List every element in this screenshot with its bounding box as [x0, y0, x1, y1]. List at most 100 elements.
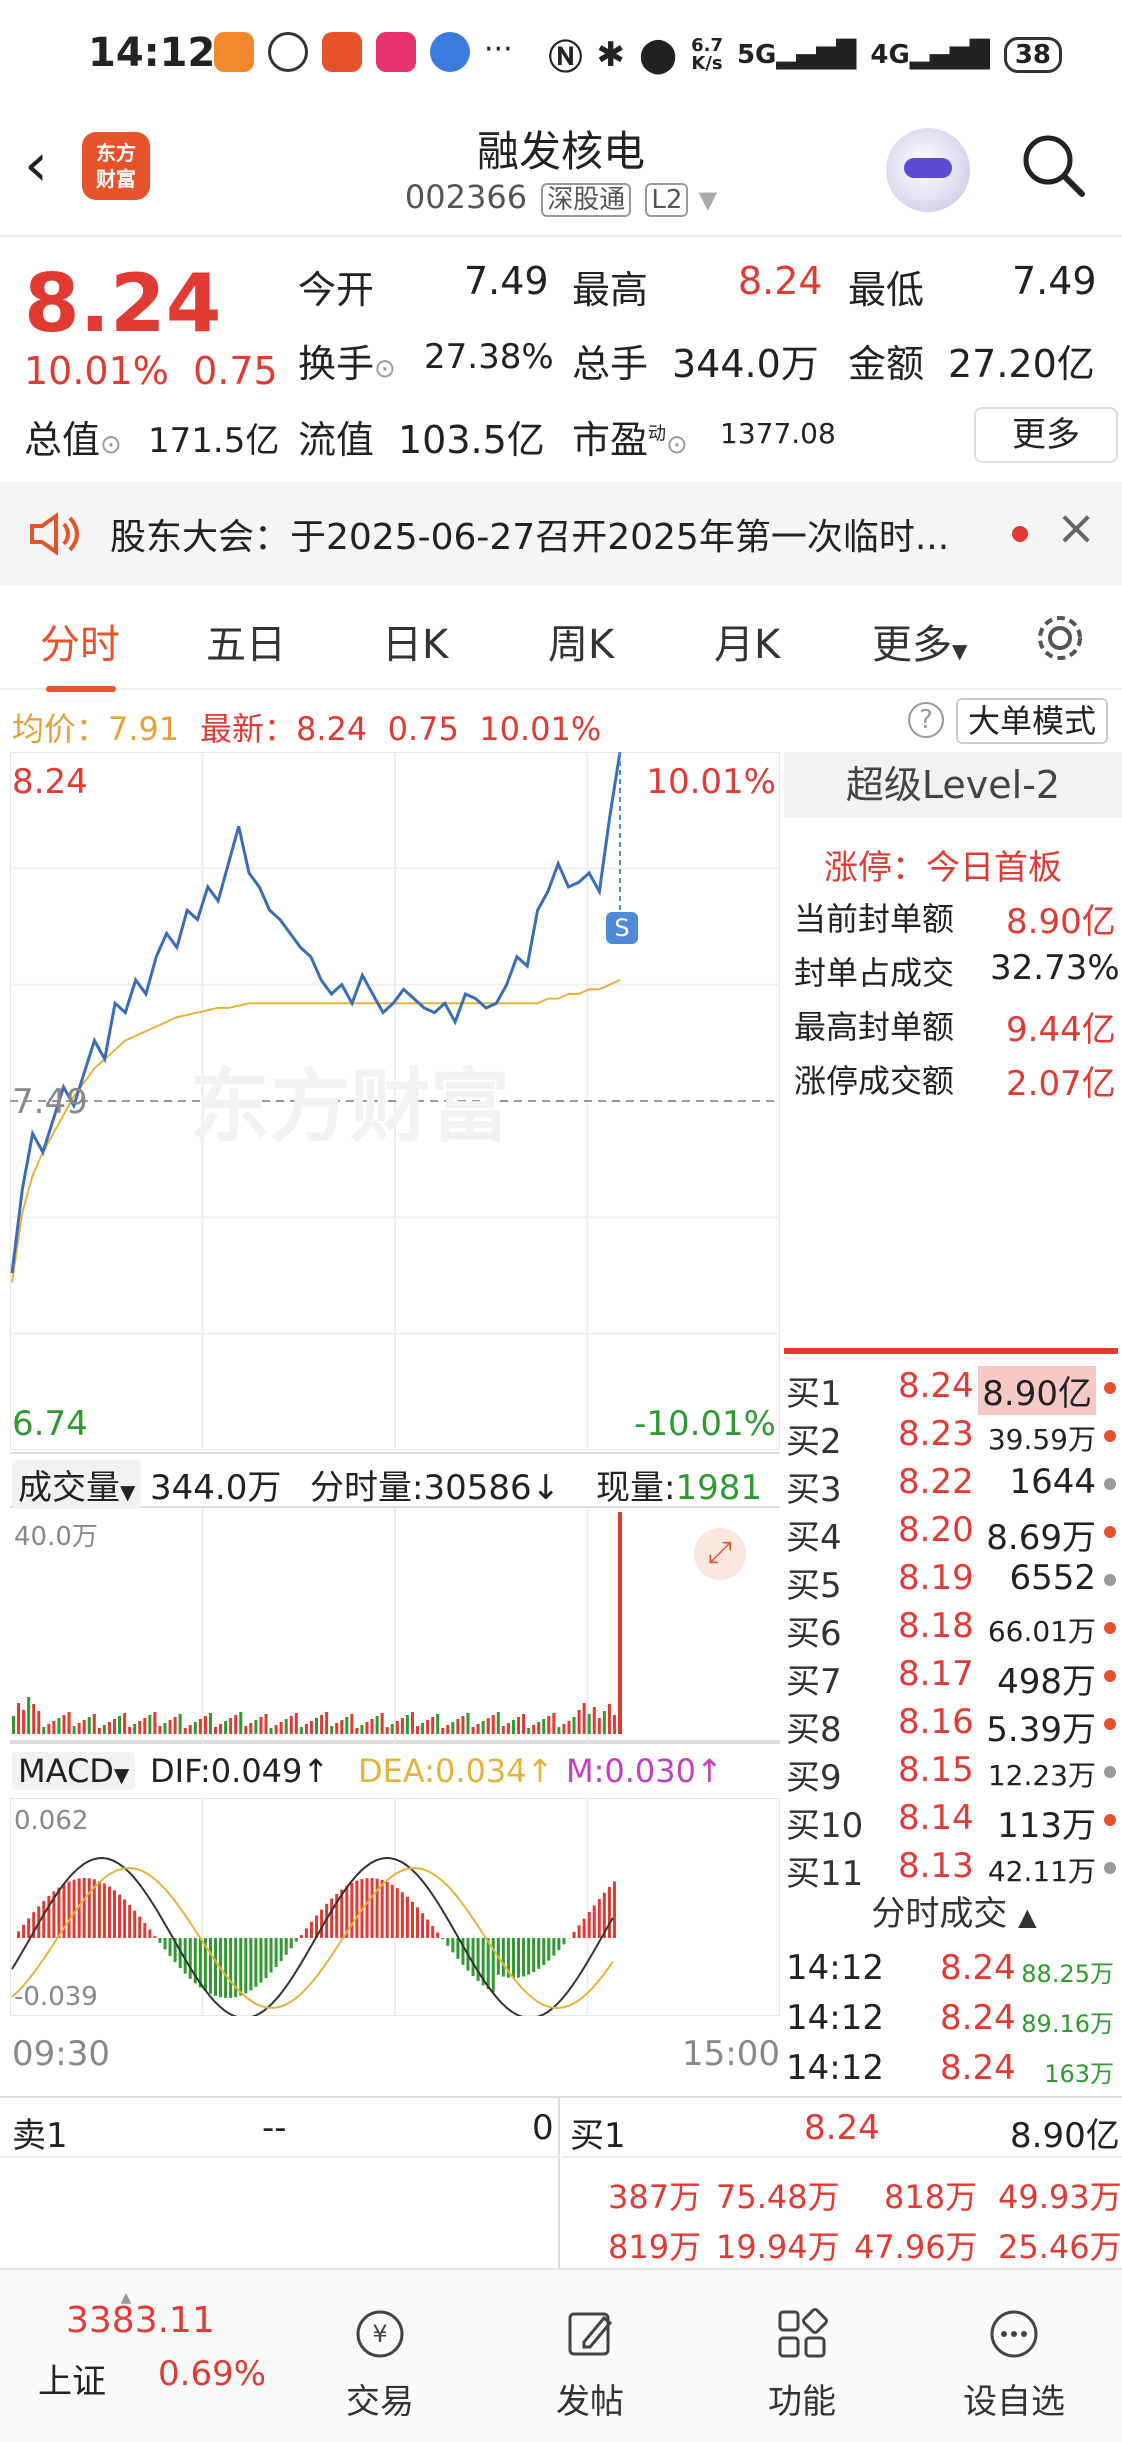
axis-top-pct: 10.01% [646, 762, 776, 802]
expand-icon[interactable]: ⤢ [694, 1528, 746, 1580]
volume-bar [355, 1728, 359, 1734]
macd-bar [208, 1938, 212, 1994]
dropdown-icon[interactable]: ▼ [699, 186, 717, 214]
macd-bar [400, 1892, 404, 1938]
current-volume: 现量:1981 [596, 1468, 762, 1508]
buy1-row: 买1 8.24 8.90亿 [562, 2098, 1122, 2158]
macd-bar [224, 1938, 228, 1998]
bid-row[interactable]: 买3 8.22 1644 [786, 1458, 1122, 1510]
l2-row: 最高封单额 [794, 1008, 955, 1046]
close-icon[interactable]: × [1056, 500, 1096, 556]
pe-label: 市盈动⊙ [572, 418, 688, 462]
tab-more[interactable]: 更多▼ [872, 612, 967, 670]
bid-volume: 1644 [1009, 1462, 1096, 1502]
bottom-nav: ▲ 3383.11 上证 0.69% ¥ 交易 发帖 功能 设自选 [0, 2268, 1122, 2442]
volume-bar [456, 1719, 460, 1734]
volume-bar [400, 1718, 404, 1734]
index-value[interactable]: 3383.11 [66, 2300, 215, 2341]
bid-price: 8.18 [898, 1606, 974, 1646]
tab-monthly-k[interactable]: 月K [714, 612, 780, 670]
macd-bar [87, 1878, 91, 1938]
last-info: 最新：8.24 0.75 10.01% [200, 710, 602, 748]
volume-bar [395, 1721, 399, 1734]
bid-row[interactable]: 买1 8.24 8.90亿 [786, 1362, 1122, 1415]
nav-trade[interactable]: ¥ 交易 [310, 2306, 450, 2423]
bid-row[interactable]: 买4 8.20 8.69万 [786, 1506, 1122, 1558]
big-order-mode-button[interactable]: 大单模式 [956, 698, 1109, 744]
level2-title[interactable]: 超级Level-2 [784, 752, 1122, 818]
last-price: 8.24 [24, 257, 222, 350]
nav-watchlist[interactable]: 设自选 [944, 2306, 1084, 2423]
macd-bar [385, 1882, 389, 1938]
macd-bar [57, 1887, 61, 1938]
nav-post[interactable]: 发帖 [520, 2306, 660, 2423]
macd-bar [557, 1938, 561, 1951]
volume-bar [158, 1726, 162, 1734]
volume-bar [375, 1716, 379, 1734]
tick-header[interactable]: 分时成交 ▲ [786, 1886, 1122, 1938]
intraday-chart[interactable]: 8.24 10.01% 7.49 6.74 -10.01% 东方财富 S 成交量… [10, 752, 780, 2092]
tab-five-day[interactable]: 五日 [206, 612, 286, 670]
volume-bar [294, 1713, 298, 1734]
bid-row[interactable]: 买9 8.15 12.23万 [786, 1746, 1122, 1798]
bid-dot [1104, 1622, 1116, 1634]
macd-bar [259, 1938, 263, 1983]
tick-volume: 89.16万 [1021, 2010, 1114, 2038]
volume-bar [289, 1716, 293, 1734]
l2-row: 封单占成交 [794, 954, 955, 992]
bid-dot [1104, 1814, 1116, 1826]
volume-bar [325, 1712, 329, 1734]
avg-price: 均价：7.91 [12, 710, 180, 748]
nfc-icon: Ⓝ [548, 38, 583, 78]
bid-row[interactable]: 买6 8.18 66.01万 [786, 1602, 1122, 1654]
index-name[interactable]: 上证 [38, 2354, 106, 2403]
price-line [10, 752, 622, 1274]
settings-gear-icon[interactable] [1032, 610, 1088, 666]
macd-bar [22, 1924, 26, 1938]
more-notify-icon: ··· [484, 32, 513, 67]
volume-bar [183, 1728, 187, 1734]
macd-bar [239, 1938, 243, 1996]
s-marker[interactable]: S [606, 912, 638, 944]
bid-row[interactable]: 买7 8.17 498万 [786, 1650, 1122, 1702]
macd-bar [562, 1938, 566, 1945]
bid-row[interactable]: 买10 8.14 113万 [786, 1794, 1122, 1846]
level2-tag: L2 [645, 183, 689, 217]
volume-bar [249, 1723, 253, 1734]
search-icon[interactable] [1018, 130, 1088, 200]
bid-row[interactable]: 买11 8.13 42.11万 [786, 1842, 1122, 1894]
volume-bar [279, 1722, 283, 1734]
volume-bar [547, 1716, 551, 1734]
tab-daily-k[interactable]: 日K [382, 612, 448, 670]
announcement-bar[interactable]: 股东大会：于2025-06-27召开2025年第一次临时... × [0, 482, 1122, 586]
index-pct[interactable]: 0.69% [158, 2354, 266, 2394]
tab-intraday[interactable]: 分时 [40, 612, 120, 692]
macd-selector[interactable]: MACD▼ [12, 1752, 136, 1790]
macd-bar [67, 1881, 71, 1938]
assistant-robot-icon[interactable] [886, 128, 970, 212]
axis-prev-close: 7.49 [12, 1082, 88, 1122]
volume-bar [264, 1714, 268, 1734]
turnover-label: 换手⊙ [298, 342, 396, 386]
volume-bar [214, 1727, 217, 1734]
macd-bar [517, 1938, 520, 1978]
volume-bar [471, 1727, 475, 1734]
status-time: 14:12 [88, 30, 216, 76]
volume-bar [72, 1726, 76, 1734]
help-icon[interactable]: ? [908, 702, 944, 738]
nav-functions[interactable]: 功能 [732, 2306, 872, 2423]
tab-weekly-k[interactable]: 周K [548, 612, 614, 670]
volume-bar [143, 1718, 147, 1734]
macd-bar [249, 1938, 253, 1991]
more-quote-button[interactable]: 更多 [974, 407, 1118, 463]
volume-bar [123, 1713, 127, 1734]
bid-row[interactable]: 买8 8.16 5.39万 [786, 1698, 1122, 1750]
bid-row[interactable]: 买5 8.19 6552 [786, 1554, 1122, 1606]
volume-bar [592, 1707, 596, 1734]
volume-bar [511, 1720, 515, 1734]
macd-bar [395, 1888, 399, 1938]
bid-row[interactable]: 买2 8.23 39.59万 [786, 1410, 1122, 1462]
l2-value: 32.73% [990, 948, 1120, 988]
volume-selector[interactable]: 成交量▼ [12, 1460, 142, 1509]
macd-bar [148, 1929, 152, 1938]
